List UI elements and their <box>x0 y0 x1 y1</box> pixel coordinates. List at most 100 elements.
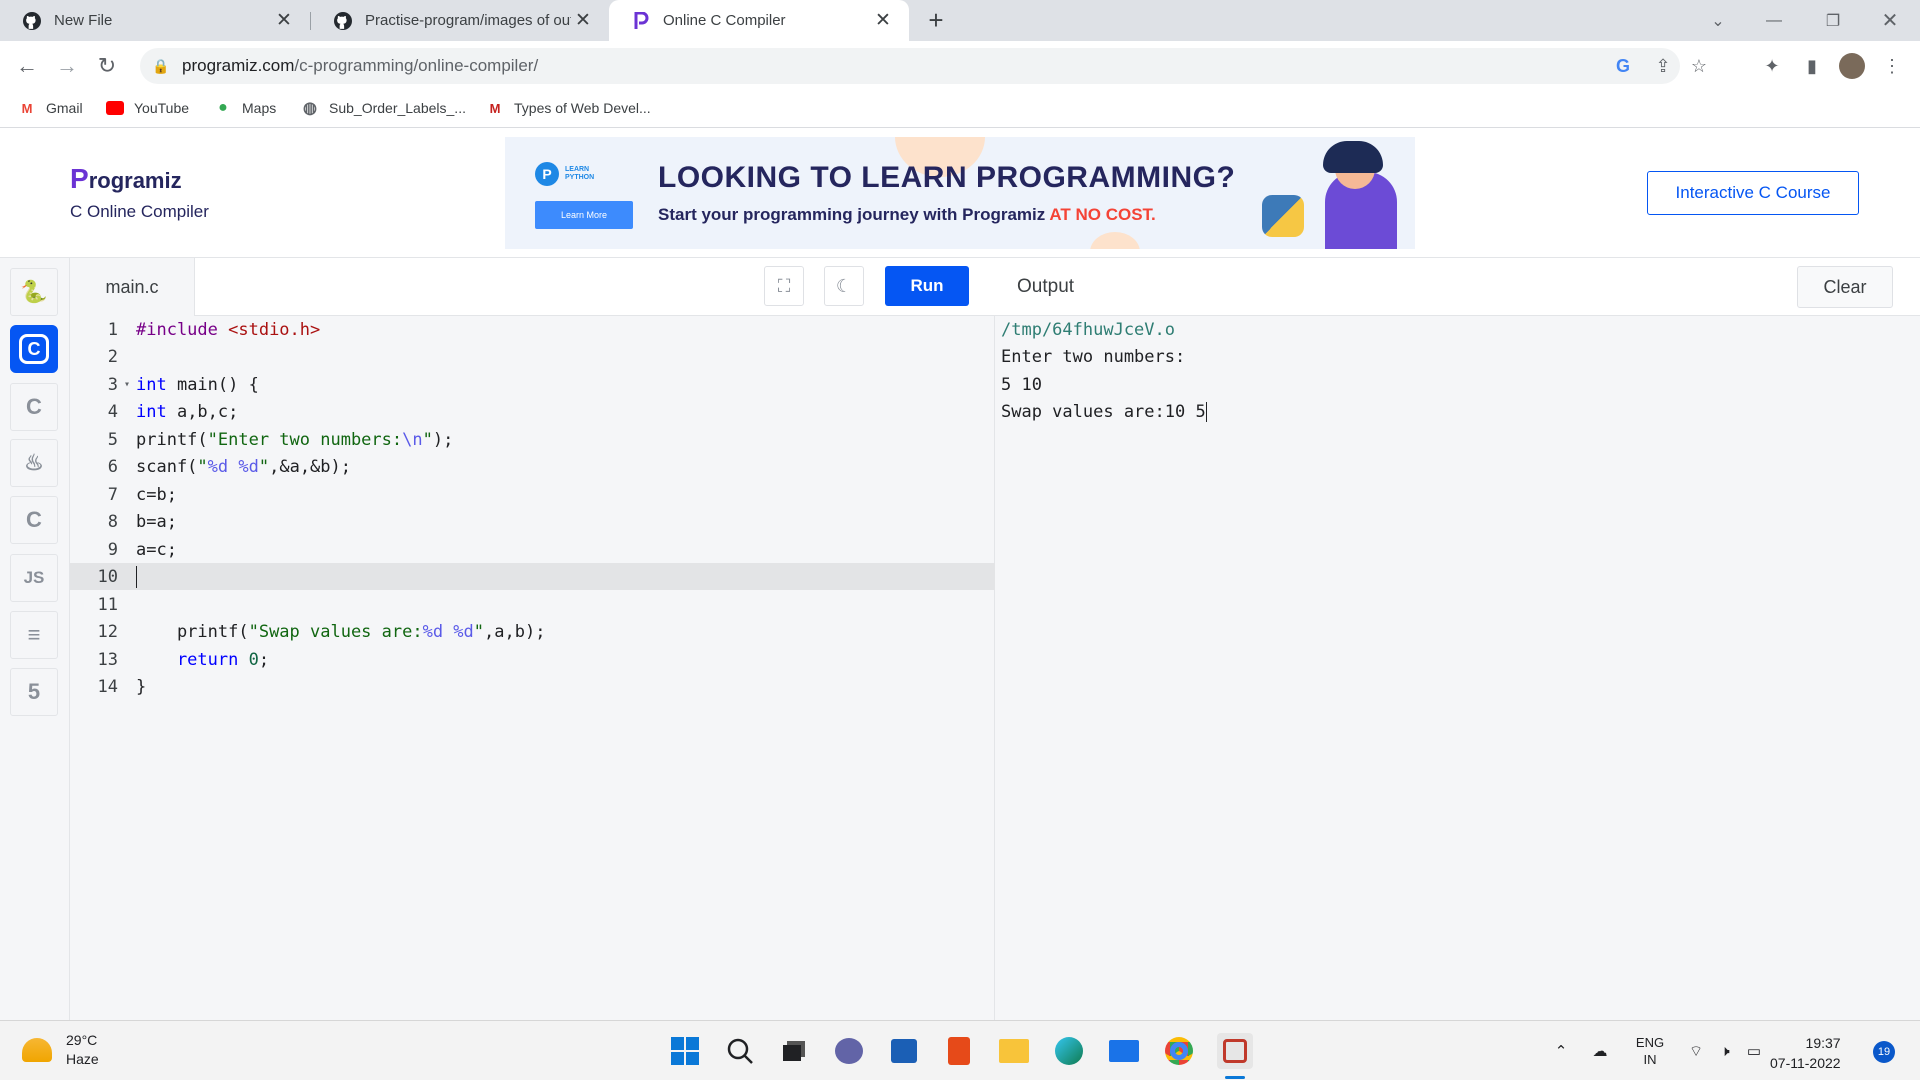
tab-title: Online C Compiler <box>663 12 786 29</box>
clock[interactable]: 19:37 07-11-2022 <box>1770 1033 1841 1073</box>
google-icon[interactable]: G <box>1606 48 1640 84</box>
code-editor[interactable]: 1 #include <stdio.h> 2 3 ▾ int main() { 4… <box>70 316 995 1020</box>
address-bar[interactable]: 🔒 programiz.com/c-programming/online-com… <box>140 48 1707 84</box>
fullscreen-icon[interactable]: ⛶ <box>764 266 804 306</box>
java-icon[interactable]: ♨ <box>10 439 58 487</box>
forward-button[interactable]: → <box>50 49 84 83</box>
office-icon[interactable] <box>941 1033 977 1069</box>
python-icon[interactable]: 🐍 <box>10 268 58 316</box>
bookmark-types-of-web-devel[interactable]: M Types of Web Devel... <box>486 90 651 126</box>
ad-banner[interactable]: P LEARN PYTHON Learn More LOOKING TO LEAR… <box>505 137 1415 249</box>
close-icon[interactable]: ✕ <box>272 9 296 32</box>
window-close-button[interactable]: ✕ <box>1862 0 1918 41</box>
minimize-button[interactable]: — <box>1746 0 1802 41</box>
search-icon[interactable] <box>722 1033 758 1069</box>
code-line[interactable]: 8 b=a; <box>70 508 995 535</box>
code-line[interactable]: 2 <box>70 343 995 370</box>
reload-button[interactable]: ↻ <box>90 49 124 83</box>
chrome-icon[interactable] <box>1161 1033 1197 1069</box>
site-header: Programiz C Online Compiler P LEARN PYTHO… <box>0 129 1920 258</box>
speaker-muted-icon[interactable]: 🕨 <box>1712 1021 1738 1081</box>
notification-badge[interactable]: 19 <box>1873 1041 1895 1063</box>
temperature: 29°C <box>66 1032 98 1048</box>
mail-icon[interactable] <box>1106 1033 1142 1069</box>
code-line[interactable]: 4 int a,b,c; <box>70 398 995 425</box>
code-line[interactable]: 9 a=c; <box>70 536 995 563</box>
bookmark-youtube[interactable]: YouTube <box>106 90 189 126</box>
globe-icon: ◍ <box>303 100 317 117</box>
csharp-icon[interactable]: C <box>10 496 58 544</box>
onedrive-icon[interactable]: ☁ <box>1587 1021 1613 1081</box>
line-number: 7 <box>107 484 118 505</box>
new-tab-button[interactable]: + <box>921 6 951 36</box>
line-number: 6 <box>107 456 118 477</box>
code-line-active[interactable]: 10 <box>70 563 995 590</box>
side-panel-icon[interactable]: ▮ <box>1795 49 1829 83</box>
extensions-icon[interactable]: ✦ <box>1755 49 1789 83</box>
code-line[interactable]: 11 <box>70 591 995 618</box>
restore-button[interactable]: ❐ <box>1805 0 1861 41</box>
programiz-logo[interactable]: Programiz <box>70 163 182 195</box>
cpp-icon[interactable]: C <box>10 383 58 431</box>
edge-icon[interactable] <box>1051 1033 1087 1069</box>
menu-icon[interactable]: ⋮ <box>1875 49 1909 83</box>
bookmark-maps[interactable]: ● Maps <box>214 90 276 126</box>
battery-icon[interactable]: ▭ <box>1741 1021 1767 1081</box>
code-line[interactable]: 13 return 0; <box>70 646 995 673</box>
close-icon[interactable]: ✕ <box>871 9 895 32</box>
close-icon[interactable]: ✕ <box>571 9 595 32</box>
weather-widget[interactable]: 29°C Haze <box>22 1031 99 1069</box>
tab-title: Practise-program/images of outp <box>365 12 571 29</box>
html5-icon[interactable]: 5 <box>10 668 58 716</box>
learn-more-button[interactable]: Learn More <box>535 201 633 229</box>
microsoft-store-icon[interactable] <box>886 1033 922 1069</box>
run-button[interactable]: Run <box>885 266 969 306</box>
chevron-up-icon[interactable]: ⌃ <box>1548 1021 1574 1081</box>
tab-practise-program[interactable]: Practise-program/images of outp ✕ <box>311 0 609 41</box>
javascript-icon[interactable]: JS <box>10 554 58 602</box>
banner-headline: LOOKING TO LEARN PROGRAMMING? <box>658 161 1236 194</box>
tab-online-c-compiler[interactable]: Online C Compiler ✕ <box>609 0 909 41</box>
task-view-icon[interactable] <box>776 1033 812 1069</box>
star-icon[interactable]: ☆ <box>1682 48 1716 84</box>
sql-database-icon[interactable]: ≡ <box>10 611 58 659</box>
teams-chat-icon[interactable] <box>831 1033 867 1069</box>
code-line[interactable]: 12 printf("Swap values are:%d %d",a,b); <box>70 618 995 645</box>
output-line: Enter two numbers: <box>1001 346 1186 367</box>
bookmark-sub-order-labels[interactable]: ◍ Sub_Order_Labels_... <box>301 90 466 126</box>
fold-arrow-icon[interactable]: ▾ <box>118 379 136 390</box>
line-number: 5 <box>107 429 118 450</box>
bookmark-gmail[interactable]: M Gmail <box>18 90 83 126</box>
share-icon[interactable]: ⇪ <box>1646 48 1680 84</box>
dark-mode-moon-icon[interactable]: ☾ <box>824 266 864 306</box>
output-line: Swap values are:10 5 <box>1001 401 1207 422</box>
code-line[interactable]: 6 scanf("%d %d",&a,&b); <box>70 453 995 480</box>
file-tab-main-c[interactable]: main.c <box>70 258 195 316</box>
text-cursor <box>136 565 137 588</box>
c-language-icon[interactable]: C <box>10 325 58 373</box>
language-indicator[interactable]: ENG IN <box>1630 1021 1670 1081</box>
language-sidebar: 🐍 C C ♨ C JS ≡ 5 <box>0 258 70 1020</box>
code-line[interactable]: 14 } <box>70 673 995 700</box>
clear-button[interactable]: Clear <box>1797 266 1893 308</box>
code-line[interactable]: 7 c=b; <box>70 481 995 508</box>
bookmark-label: Gmail <box>46 100 83 116</box>
code-line[interactable]: 3 ▾ int main() { <box>70 371 995 398</box>
output-console[interactable]: /tmp/64fhuwJceV.o Enter two numbers: 5 1… <box>995 316 1920 1020</box>
file-explorer-icon[interactable] <box>996 1033 1032 1069</box>
snipping-tool-icon[interactable] <box>1217 1033 1253 1069</box>
back-button[interactable]: ← <box>10 49 44 83</box>
line-number: 11 <box>97 594 118 615</box>
banner-tagline: Start your programming journey with Prog… <box>658 205 1156 224</box>
avatar[interactable] <box>1835 49 1869 83</box>
code-line[interactable]: 5 printf("Enter two numbers:\n"); <box>70 426 995 453</box>
windows-start-icon[interactable] <box>667 1033 703 1069</box>
interactive-course-button[interactable]: Interactive C Course <box>1647 171 1859 215</box>
tab-search-icon[interactable]: ⌄ <box>1690 0 1746 41</box>
date: 07-11-2022 <box>1770 1055 1841 1071</box>
lock-icon[interactable]: 🔒 <box>152 58 172 75</box>
tab-new-file[interactable]: New File ✕ <box>0 0 310 41</box>
wifi-icon[interactable]: ⌔ <box>1683 1021 1709 1081</box>
page-subtitle: C Online Compiler <box>70 202 209 221</box>
code-line[interactable]: 1 #include <stdio.h> <box>70 316 995 343</box>
